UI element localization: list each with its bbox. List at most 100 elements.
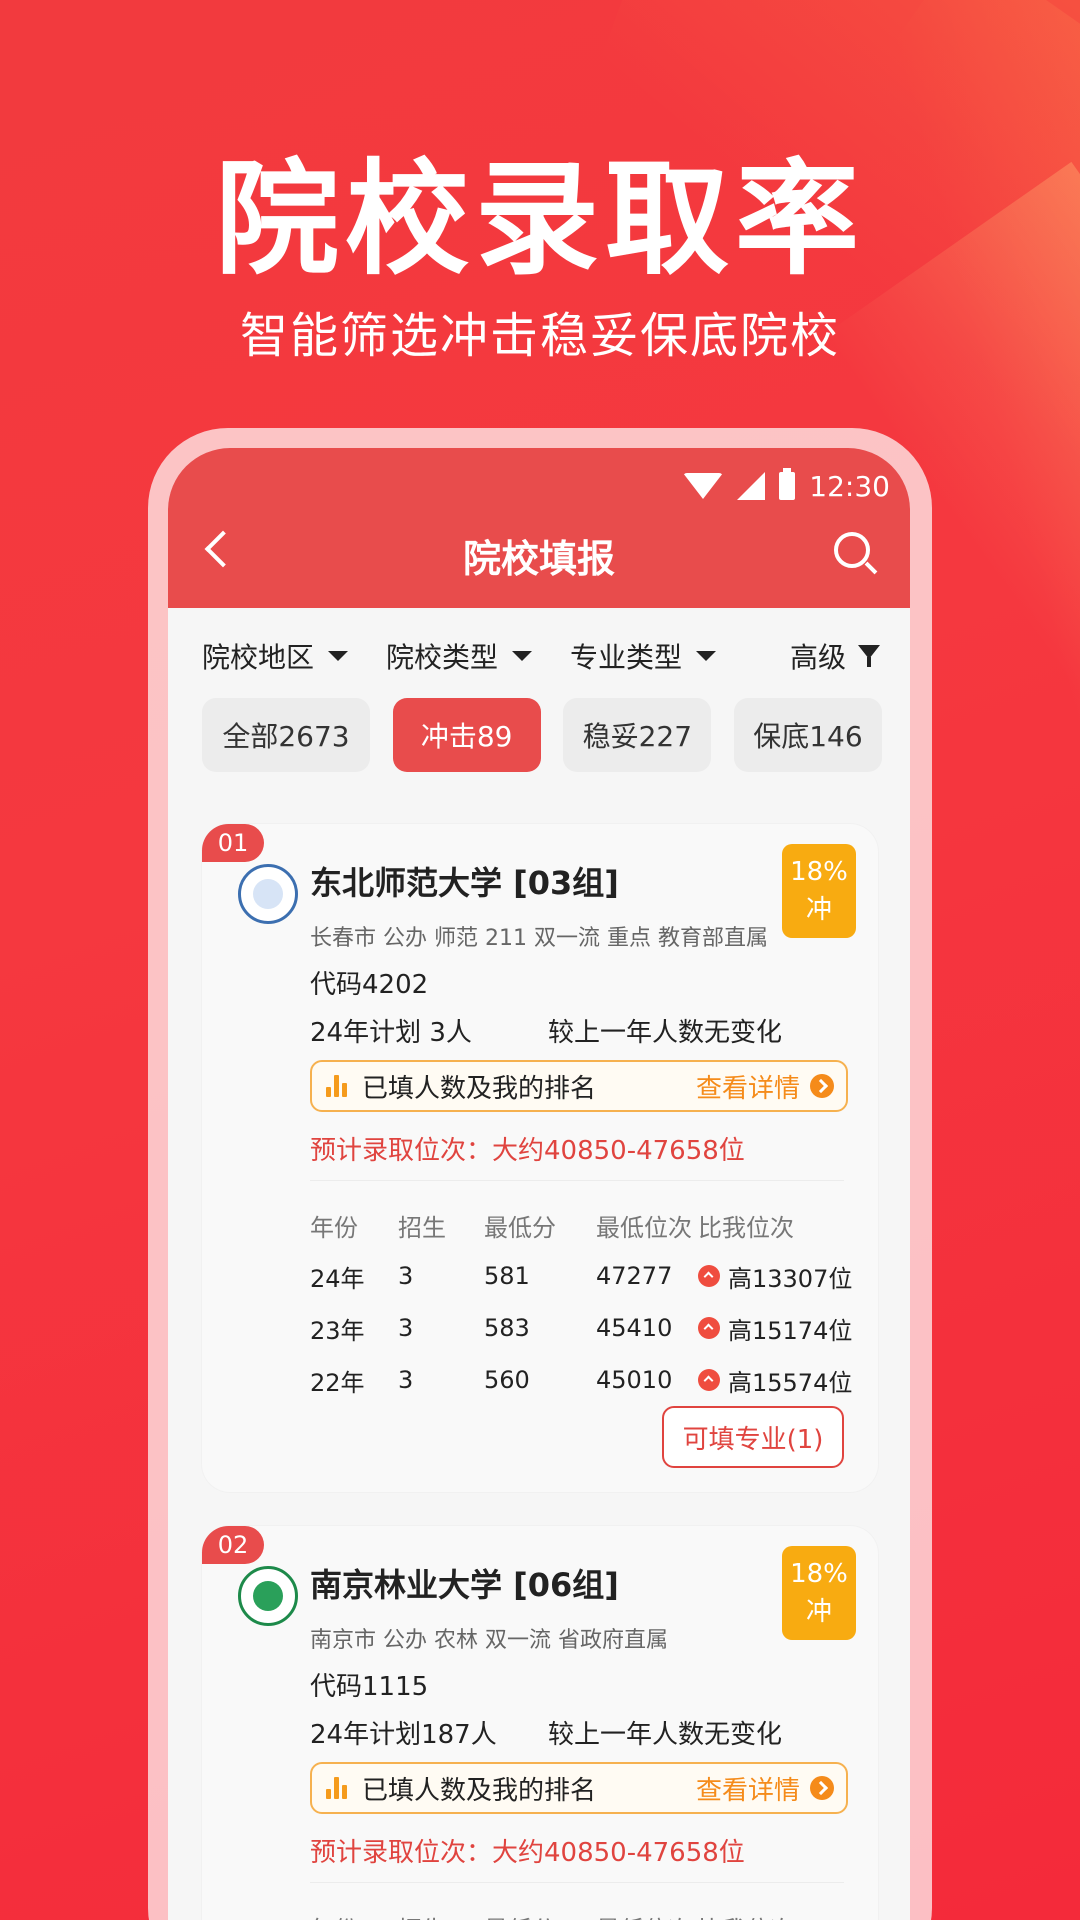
filter-major-type[interactable]: 专业类型 [570,636,717,676]
admission-type: 冲 [805,895,832,925]
cell-min-rank: 45010 [596,1366,673,1394]
column-header: 年份 [310,1213,358,1242]
cell-enrollment: 3 [398,1366,414,1394]
school-code: 代码1115 [310,1672,429,1702]
cell-year: 22年 [310,1368,365,1397]
university-card[interactable]: 02 南京林业大学 [06组] 南京市 公办 农林 双一流 省政府直属 18% … [202,1526,878,1920]
bar-chart-icon [326,1075,350,1097]
cell-year: 24年 [310,1264,365,1293]
tab-safety[interactable]: 保底146 [733,698,882,772]
column-header: 最低分 [484,1213,556,1242]
my-rank-box[interactable]: 已填人数及我的排名 查看详情 [310,1060,848,1112]
funnel-icon [858,643,882,669]
enrollment-change: 较上一年人数无变化 [548,1720,783,1750]
filter-school-type-label: 院校类型 [386,641,499,674]
my-rank-label: 已填人数及我的排名 [362,1073,597,1104]
status-time: 12:30 [809,469,890,503]
admission-rate: 18% [790,857,848,887]
tab-reach[interactable]: 冲击89 [392,698,541,772]
cell-rank-diff: 高13307位 [698,1259,852,1294]
filter-region[interactable]: 院校地区 [202,636,349,676]
advanced-filter[interactable]: 高级 [790,636,882,676]
estimated-rank: 预计录取位次：大约40850-47658位 [310,1838,745,1868]
wifi-icon [683,473,724,499]
rank-diff-text: 高15174位 [728,1316,853,1345]
university-tags: 南京市 公办 农林 双一流 省政府直属 [310,1628,668,1653]
column-header: 最低位次 [596,1213,692,1242]
university-card[interactable]: 01 东北师范大学 [03组] 长春市 公办 师范 211 双一流 重点 教育部… [202,824,878,1492]
rank-diff-text: 高15574位 [728,1368,853,1397]
admission-rate: 18% [790,1559,848,1589]
signal-icon [737,472,766,500]
tab-match[interactable]: 稳妥227 [563,698,712,772]
filter-bar: 院校地区 院校类型 专业类型 高级 全部2673 冲击89 稳妥227 保底14… [168,608,910,788]
university-tags: 长春市 公办 师范 211 双一流 重点 教育部直属 [310,926,768,951]
filter-row: 院校地区 院校类型 专业类型 高级 [202,634,882,678]
university-name[interactable]: 东北师范大学 [03组] [310,858,619,904]
score-table: 年份 招生 最低分 最低位次 比我位次 [310,1902,870,1920]
my-rank-box[interactable]: 已填人数及我的排名 查看详情 [310,1762,848,1814]
enrollment-plan: 24年计划187人 [310,1720,497,1750]
filter-school-type[interactable]: 院校类型 [386,636,533,676]
rank-badge: 02 [202,1526,264,1564]
cell-min-rank: 47277 [596,1262,673,1290]
view-details-link[interactable]: 查看详情 [696,1770,800,1807]
tab-all[interactable]: 全部2673 [202,698,370,772]
my-rank-label: 已填人数及我的排名 [362,1775,597,1806]
estimated-rank: 预计录取位次：大约40850-47658位 [310,1136,745,1166]
table-row: 23年 3 583 45410 高15174位 [310,1302,870,1354]
phone-screen: 12:30 院校填报 院校地区 院校类型 专业类型 高级 全部2673 冲击89… [168,448,910,1920]
admission-type: 冲 [805,1597,832,1627]
score-table: 年份 招生 最低分 最低位次 比我位次 24年 3 581 47277 高133… [310,1200,870,1406]
arrow-up-icon [698,1317,720,1339]
category-tabs: 全部2673 冲击89 稳妥227 保底146 [202,698,882,772]
university-name[interactable]: 南京林业大学 [06组] [310,1560,619,1606]
table-row: 24年 3 581 47277 高13307位 [310,1250,870,1302]
hero-title: 院校录取率 [214,148,865,292]
table-header: 年份 招生 最低分 最低位次 比我位次 [310,1200,870,1250]
column-header: 比我位次 [698,1910,794,1920]
cell-rank-diff: 高15174位 [698,1311,852,1346]
table-row: 22年 3 560 45010 高15574位 [310,1354,870,1406]
rank-diff-text: 高13307位 [728,1264,853,1293]
available-majors-button[interactable]: 可填专业(1) [662,1406,844,1468]
arrow-right-circle-icon[interactable] [810,1776,834,1800]
arrow-up-icon [698,1265,720,1287]
admission-rate-badge: 18% 冲 [782,844,856,938]
view-details-link[interactable]: 查看详情 [696,1068,800,1105]
cell-min-score: 581 [484,1262,530,1290]
advanced-filter-label: 高级 [789,641,846,674]
caret-down-icon [512,651,533,661]
cell-min-score: 560 [484,1366,530,1394]
divider [310,1882,844,1883]
divider [310,1180,844,1181]
app-bar: 12:30 院校填报 [168,448,910,608]
cell-enrollment: 3 [398,1314,414,1342]
admission-rate-badge: 18% 冲 [782,1546,856,1640]
bar-chart-icon [326,1777,350,1799]
battery-icon [779,468,796,500]
university-logo [238,864,298,924]
arrow-right-circle-icon[interactable] [810,1074,834,1098]
arrow-up-icon [698,1369,720,1391]
cell-min-score: 583 [484,1314,530,1342]
column-header: 招生 [398,1213,446,1242]
table-header: 年份 招生 最低分 最低位次 比我位次 [310,1902,870,1920]
search-icon[interactable] [834,532,870,568]
column-header: 年份 [310,1910,398,1920]
page-title: 院校填报 [462,537,615,581]
status-bar: 12:30 [683,468,890,504]
hero-subtitle: 智能筛选冲击稳妥保底院校 [239,308,840,364]
filter-major-type-label: 专业类型 [570,641,683,674]
rank-badge: 01 [202,824,264,862]
caret-down-icon [696,651,717,661]
column-header: 比我位次 [698,1213,794,1242]
cell-rank-diff: 高15574位 [698,1363,852,1398]
enrollment-plan: 24年计划 3人 [310,1018,472,1048]
column-header: 招生 [398,1910,484,1920]
filter-region-label: 院校地区 [202,641,315,674]
cell-min-rank: 45410 [596,1314,673,1342]
column-header: 最低分 [484,1910,596,1920]
enrollment-change: 较上一年人数无变化 [548,1018,783,1048]
university-logo [238,1566,298,1626]
